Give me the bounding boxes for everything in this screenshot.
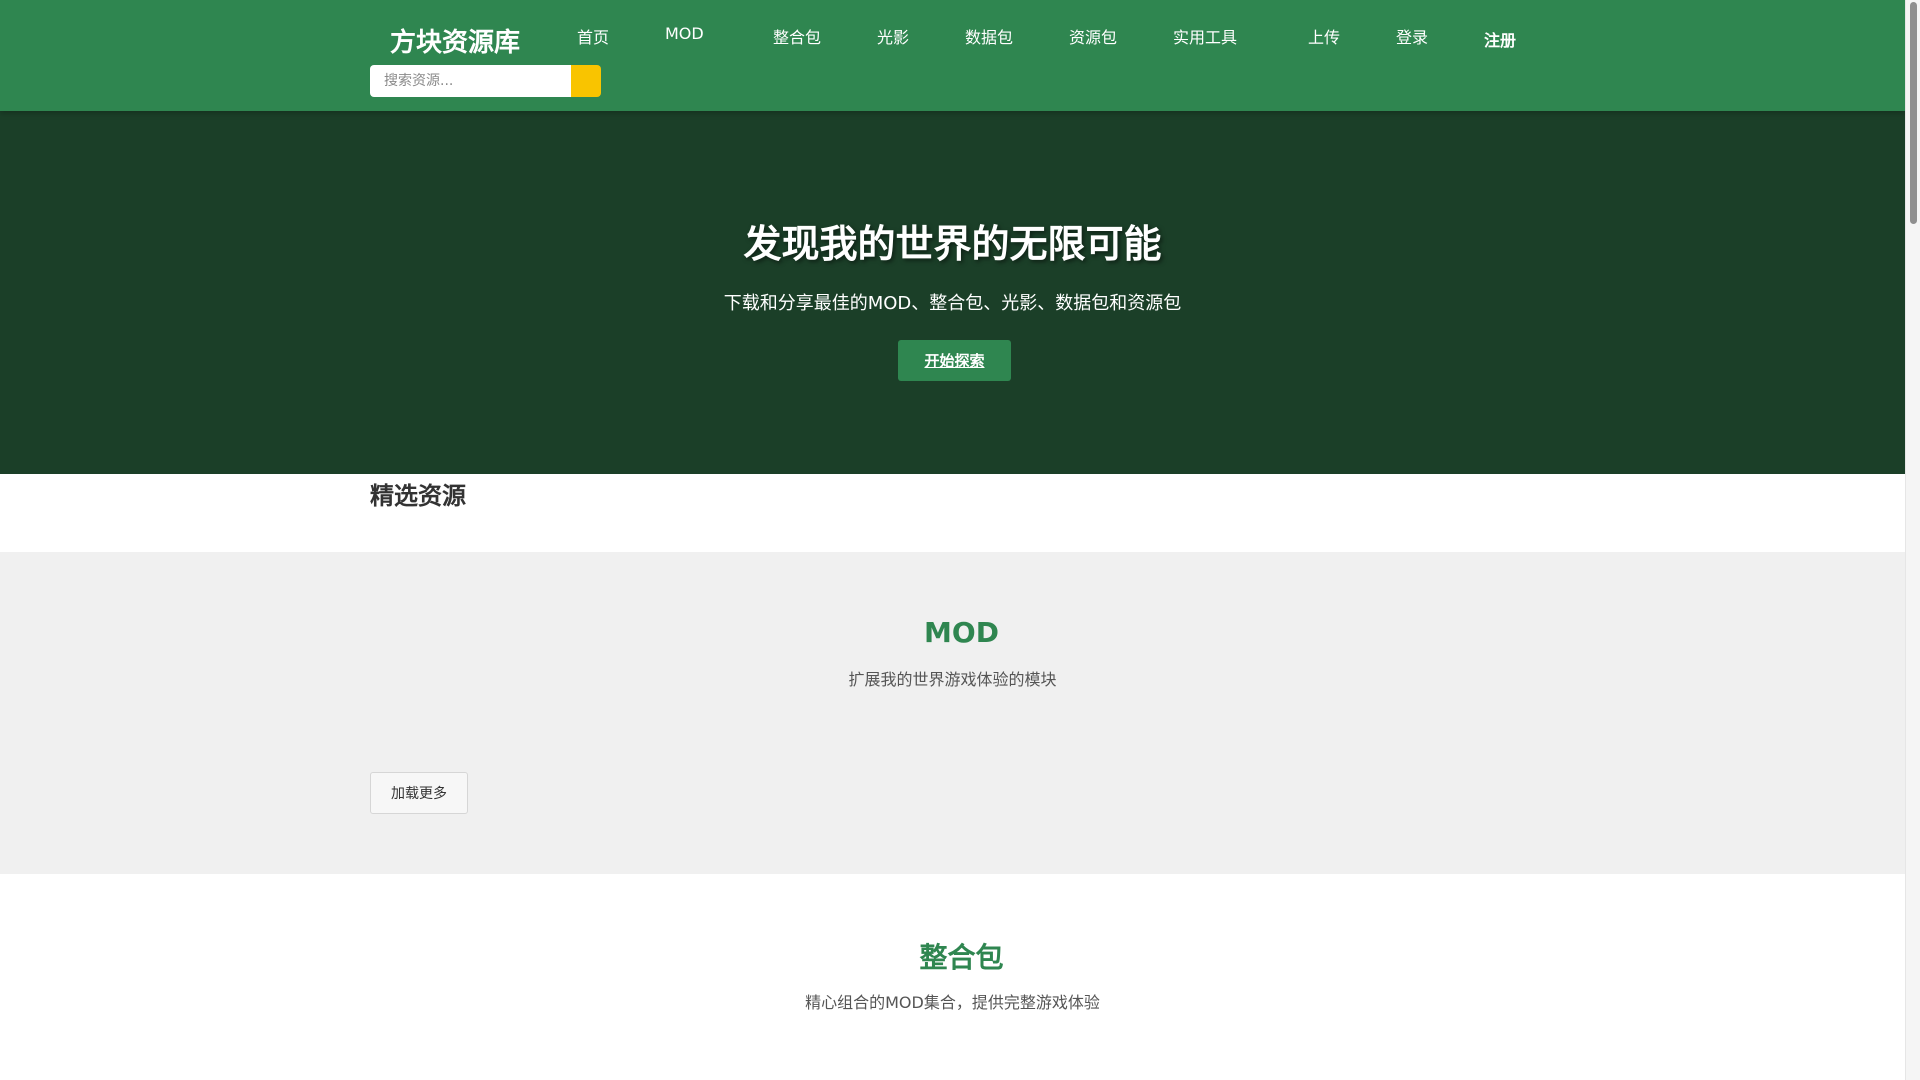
site-logo[interactable]: 方块资源库 [390, 22, 520, 59]
page-scrollbar[interactable] [1905, 0, 1920, 1080]
hero-banner: 发现我的世界的无限可能 下载和分享最佳的MOD、整合包、光影、数据包和资源包 开… [0, 111, 1905, 474]
scrollbar-thumb[interactable] [1910, 2, 1917, 224]
nav-modpack[interactable]: 整合包 [773, 24, 821, 48]
nav-datapack[interactable]: 数据包 [965, 24, 1013, 48]
hero-title: 发现我的世界的无限可能 [743, 222, 1162, 266]
nav-shaders[interactable]: 光影 [877, 24, 909, 48]
featured-section: 精选资源 [0, 474, 1905, 552]
site-header: 方块资源库 首页 MOD 整合包 光影 数据包 资源包 实用工具 上传 登录 注… [0, 0, 1905, 111]
search-bar [370, 65, 601, 97]
nav-tools[interactable]: 实用工具 [1173, 24, 1237, 48]
modpack-section: 整合包 精心组合的MOD集合，提供完整游戏体验 [0, 874, 1905, 1080]
nav-login[interactable]: 登录 [1396, 24, 1428, 48]
modpack-section-title: 整合包 [919, 941, 1004, 974]
nav-home[interactable]: 首页 [577, 24, 609, 48]
nav-mod[interactable]: MOD [665, 24, 704, 43]
hero-subtitle: 下载和分享最佳的MOD、整合包、光影、数据包和资源包 [723, 293, 1182, 314]
featured-title: 精选资源 [370, 482, 466, 510]
nav-register[interactable]: 注册 [1484, 27, 1516, 51]
mod-section-title: MOD [924, 616, 999, 649]
mod-section-desc: 扩展我的世界游戏体验的模块 [848, 670, 1057, 689]
page: 方块资源库 首页 MOD 整合包 光影 数据包 资源包 实用工具 上传 登录 注… [0, 0, 1905, 1080]
load-more-button[interactable]: 加载更多 [370, 772, 468, 814]
search-button[interactable] [571, 65, 601, 97]
mod-section: MOD 扩展我的世界游戏体验的模块 加载更多 [0, 552, 1905, 874]
search-input[interactable] [370, 65, 571, 97]
start-explore-button[interactable]: 开始探索 [898, 340, 1011, 381]
nav-resourcepack[interactable]: 资源包 [1069, 24, 1117, 48]
modpack-section-desc: 精心组合的MOD集合，提供完整游戏体验 [805, 993, 1100, 1012]
nav-upload[interactable]: 上传 [1308, 24, 1340, 48]
